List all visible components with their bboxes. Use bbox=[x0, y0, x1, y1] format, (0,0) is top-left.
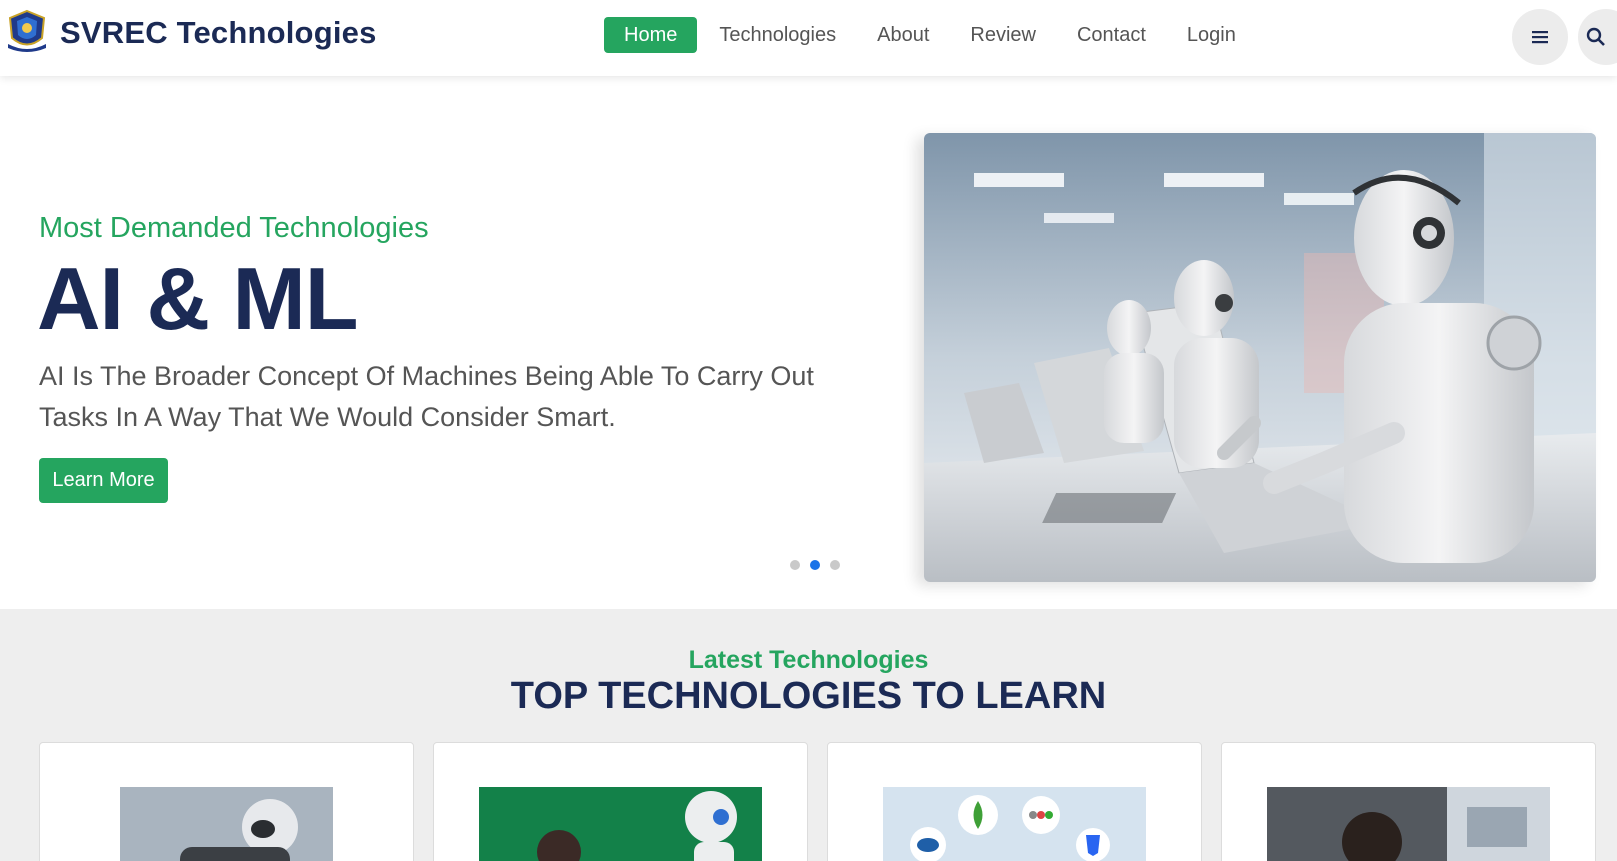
technology-card[interactable] bbox=[1221, 742, 1596, 861]
nav-about[interactable]: About bbox=[877, 17, 929, 53]
nav-contact[interactable]: Contact bbox=[1077, 17, 1146, 53]
carousel-indicators bbox=[790, 560, 850, 570]
mern-thumbnail bbox=[883, 787, 1146, 861]
menu-button[interactable] bbox=[1512, 9, 1568, 65]
brand-logo-link[interactable]: SVREC Technologies bbox=[4, 8, 377, 54]
hero-description: AI Is The Broader Concept Of Machines Be… bbox=[39, 361, 814, 432]
technology-card[interactable] bbox=[39, 742, 414, 861]
learn-more-button[interactable]: Learn More bbox=[39, 458, 168, 503]
search-icon bbox=[1586, 27, 1605, 46]
person-robot-thumbnail bbox=[479, 787, 762, 861]
technology-card[interactable] bbox=[827, 742, 1202, 861]
carousel-dot-active[interactable] bbox=[810, 560, 820, 570]
hero-subtitle: Most Demanded Technologies bbox=[39, 212, 429, 244]
nav-review[interactable]: Review bbox=[970, 17, 1036, 53]
site-header: SVREC Technologies Home Technologies Abo… bbox=[0, 0, 1617, 76]
technology-card[interactable] bbox=[433, 742, 808, 861]
main-nav: Home Technologies About Review Contact L… bbox=[604, 17, 1277, 53]
section-subtitle: Latest Technologies bbox=[688, 646, 929, 674]
hero-section: Most Demanded Technologies AI & ML AI Is… bbox=[0, 76, 1617, 609]
office-thumbnail bbox=[1267, 787, 1550, 861]
brand-name: SVREC Technologies bbox=[60, 15, 377, 50]
hero-title: AI & ML bbox=[37, 249, 359, 348]
carousel-dot[interactable] bbox=[790, 560, 800, 570]
nav-home[interactable]: Home bbox=[604, 17, 698, 53]
carousel-dot[interactable] bbox=[830, 560, 840, 570]
college-crest-icon bbox=[8, 9, 46, 52]
robot-thumbnail bbox=[120, 787, 333, 861]
hero-image bbox=[924, 133, 1596, 582]
technologies-section: Latest Technologies TOP TECHNOLOGIES TO … bbox=[0, 609, 1617, 861]
robots-at-laptops-image bbox=[924, 133, 1596, 582]
nav-technologies[interactable]: Technologies bbox=[719, 17, 836, 53]
hamburger-icon bbox=[1532, 31, 1548, 44]
search-button[interactable] bbox=[1578, 9, 1617, 65]
section-title: TOP TECHNOLOGIES TO LEARN bbox=[510, 675, 1107, 717]
nav-login[interactable]: Login bbox=[1187, 17, 1236, 53]
